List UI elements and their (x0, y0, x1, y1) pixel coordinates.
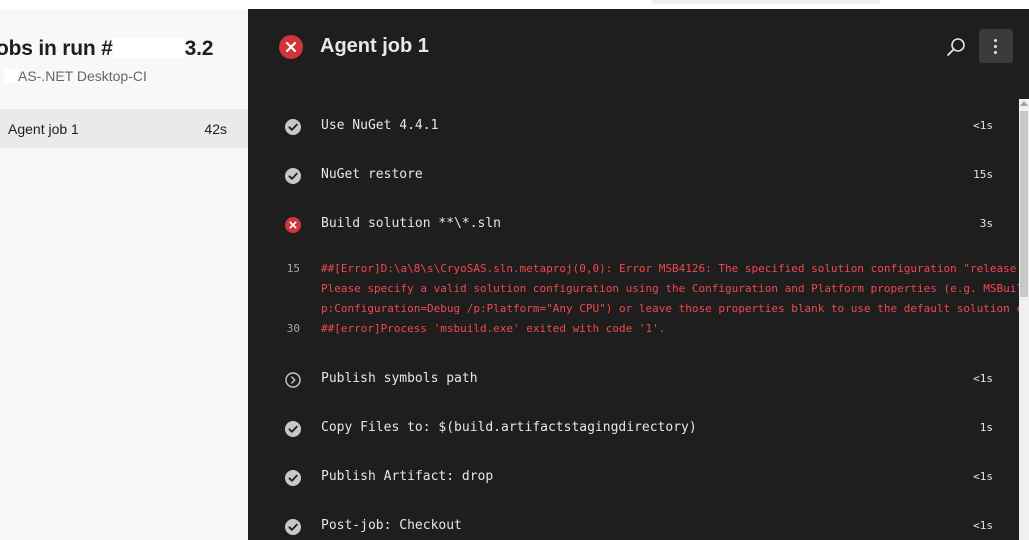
step-row[interactable]: Publish Artifact: drop <1s (248, 463, 1019, 493)
step-row[interactable]: Publish symbols path <1s (248, 365, 1019, 395)
check-circle-icon (285, 119, 301, 135)
jobs-title-suffix: 3.2 (184, 37, 214, 60)
log-line-text: p:Configuration=Debug /p:Platform="Any C… (321, 302, 1023, 315)
step-label: Copy Files to: $(build.artifactstagingdi… (321, 420, 697, 435)
log-line-number: 30 (286, 322, 300, 335)
step-duration: 15s (973, 168, 993, 181)
error-circle-icon (285, 217, 301, 233)
top-strip (0, 0, 1029, 9)
step-label: NuGet restore (321, 167, 423, 182)
step-row[interactable]: Copy Files to: $(build.artifactstagingdi… (248, 414, 1019, 444)
step-duration: <1s (973, 519, 993, 532)
top-strip-pill (652, 0, 880, 4)
more-vertical-icon-dot (994, 51, 997, 54)
log-line: 15 ##[Error]D:\a\8\s\CryoSAS.sln.metapro… (248, 259, 1023, 279)
step-row-failed[interactable]: Build solution **\*.sln 3s (248, 210, 1019, 240)
pipeline-name-text: AS-.NET Desktop-CI (18, 68, 147, 84)
check-circle-icon (285, 470, 301, 486)
job-log-panel: Agent job 1 Use NuGet 4.4.1 <1s NuGet re… (248, 9, 1029, 540)
more-vertical-icon (994, 39, 997, 42)
log-line: p:Configuration=Debug /p:Platform="Any C… (248, 299, 1023, 319)
job-title: Agent job 1 (320, 35, 429, 57)
step-row[interactable]: Post-job: Checkout <1s (248, 512, 1019, 540)
step-duration: <1s (973, 119, 993, 132)
step-duration: <1s (973, 470, 993, 483)
step-label: Build solution **\*.sln (321, 216, 502, 231)
chevron-circle-icon (285, 372, 301, 388)
jobs-title-prefix: obs in run # (0, 37, 113, 60)
log-scrollbar[interactable] (1019, 99, 1029, 540)
step-label: Use NuGet 4.4.1 (321, 118, 439, 133)
step-label: Post-job: Checkout (321, 518, 462, 533)
check-circle-icon (285, 168, 301, 184)
scroll-up-arrow-icon[interactable] (1020, 101, 1028, 106)
step-duration: 3s (979, 217, 993, 230)
log-line: 30 ##[error]Process 'msbuild.exe' exited… (248, 319, 1019, 339)
log-line-text: ##[Error]D:\a\8\s\CryoSAS.sln.metaproj(0… (321, 262, 1023, 275)
check-circle-icon (285, 519, 301, 535)
scrollbar-thumb[interactable] (1020, 111, 1028, 297)
step-duration: 1s (979, 421, 993, 434)
step-label: Publish Artifact: drop (321, 469, 494, 484)
job-list-item-name: Agent job 1 (8, 121, 79, 137)
redaction-block (112, 38, 185, 58)
jobs-panel-title: obs in run # 3.2 (0, 37, 213, 61)
error-circle-icon (279, 35, 303, 59)
search-icon[interactable] (943, 35, 969, 61)
log-line-text: Please specify a valid solution configur… (321, 282, 1023, 295)
step-row[interactable]: NuGet restore 15s (248, 161, 1019, 191)
pipeline-name: AS-.NET Desktop-CI (4, 68, 147, 84)
check-circle-icon (285, 421, 301, 437)
job-list-item-duration: 42s (204, 121, 227, 137)
log-line-number: 15 (286, 262, 300, 275)
step-duration: <1s (973, 372, 993, 385)
job-list-item-agent-job-1[interactable]: Agent job 1 42s (0, 109, 248, 148)
step-row[interactable]: Use NuGet 4.4.1 <1s (248, 112, 1019, 142)
step-label: Publish symbols path (321, 371, 478, 386)
more-vertical-icon-dot (994, 45, 997, 48)
jobs-panel: obs in run # 3.2 AS-.NET Desktop-CI Agent… (0, 9, 248, 540)
redaction-block (4, 69, 18, 83)
log-line: Please specify a valid solution configur… (248, 279, 1023, 299)
more-options-button[interactable] (979, 29, 1013, 63)
log-line-text: ##[error]Process 'msbuild.exe' exited wi… (321, 322, 666, 335)
